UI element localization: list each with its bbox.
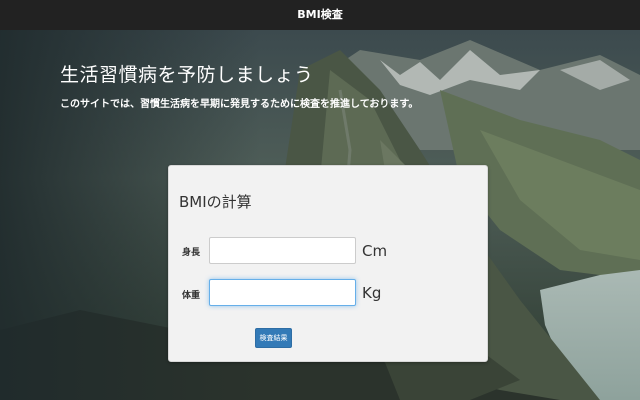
navbar-brand[interactable]: BMI検査 (297, 8, 342, 21)
height-input[interactable] (209, 237, 356, 264)
hero-subtitle: このサイトでは、習慣生活病を早期に発見するために検査を推進しております。 (60, 99, 419, 110)
weight-input[interactable] (209, 279, 356, 306)
weight-unit: Kg (362, 284, 382, 302)
bmi-form-panel: BMIの計算 身長 Cm 体重 Kg 検査結果 (168, 165, 488, 362)
height-unit: Cm (362, 242, 388, 260)
weight-label: 体重 (182, 291, 201, 301)
navbar: BMI検査 (0, 0, 640, 30)
page: BMI検査 生活習慣病を予防しましょう このサイトでは、習慣生活病を早期に発見す… (0, 0, 640, 400)
bmi-form-title: BMIの計算 (179, 193, 252, 211)
height-label: 身長 (182, 248, 201, 258)
submit-button[interactable]: 検査結果 (255, 328, 292, 348)
hero-title: 生活習慣病を予防しましょう (60, 64, 314, 86)
